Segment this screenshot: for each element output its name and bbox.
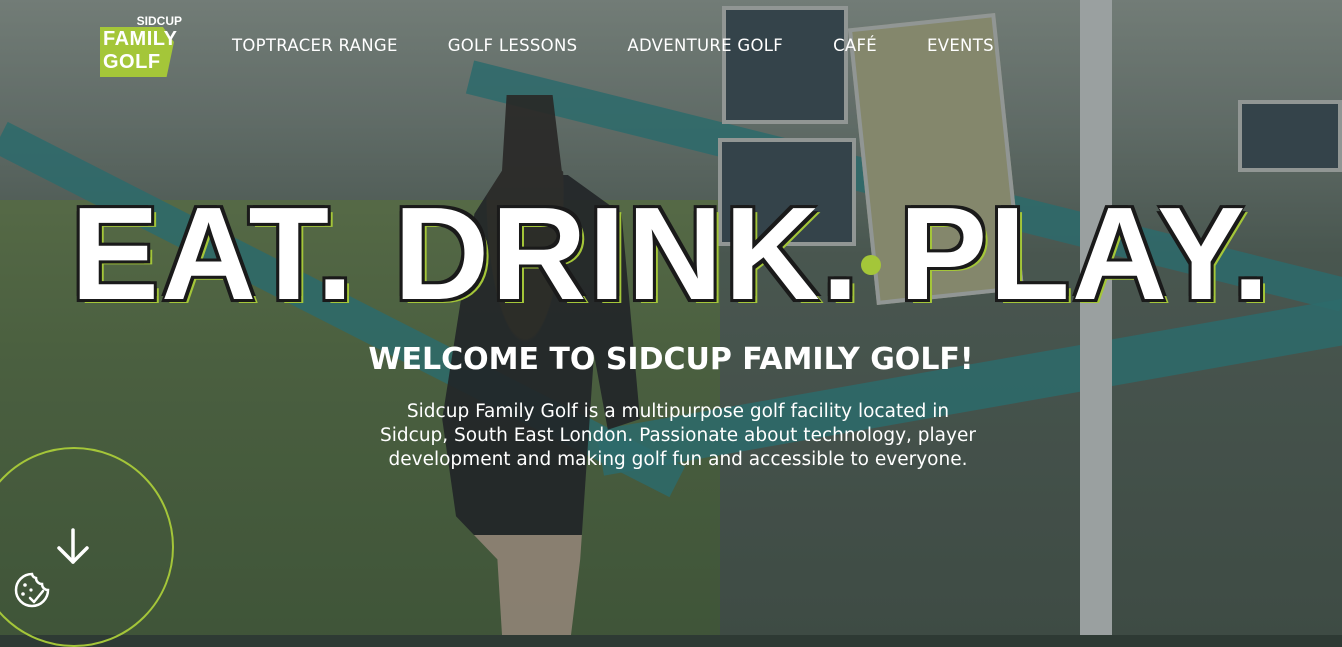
logo-text-line1: FAMILY: [103, 28, 178, 50]
nav-item-events[interactable]: EVENTS: [927, 36, 994, 55]
nav-item-toptracer-range[interactable]: TOPTRACER RANGE: [232, 36, 398, 55]
arrow-down-icon[interactable]: [55, 528, 91, 568]
logo-text-line2: GOLF: [103, 51, 161, 73]
headline-accent-dot: [861, 255, 881, 275]
nav-item-cafe[interactable]: CAFÉ: [833, 36, 877, 55]
hero-description: Sidcup Family Golf is a multipurpose gol…: [380, 401, 976, 470]
site-logo[interactable]: SIDCUP FAMILY GOLF: [100, 14, 184, 78]
top-navigation: SIDCUP FAMILY GOLF TOPTRACER RANGE GOLF …: [0, 0, 1342, 92]
logo-text-small: SIDCUP: [136, 14, 182, 28]
nav-item-adventure-golf[interactable]: ADVENTURE GOLF: [627, 36, 783, 55]
welcome-heading: WELCOME TO SIDCUP FAMILY GOLF!: [368, 342, 974, 377]
nav-item-golf-lessons[interactable]: GOLF LESSONS: [448, 36, 578, 55]
nav-menu: TOPTRACER RANGE GOLF LESSONS ADVENTURE G…: [232, 36, 994, 55]
cookie-settings-icon[interactable]: [13, 571, 51, 609]
hero-headline: EAT. DRINK. PLAY.: [70, 180, 1272, 327]
